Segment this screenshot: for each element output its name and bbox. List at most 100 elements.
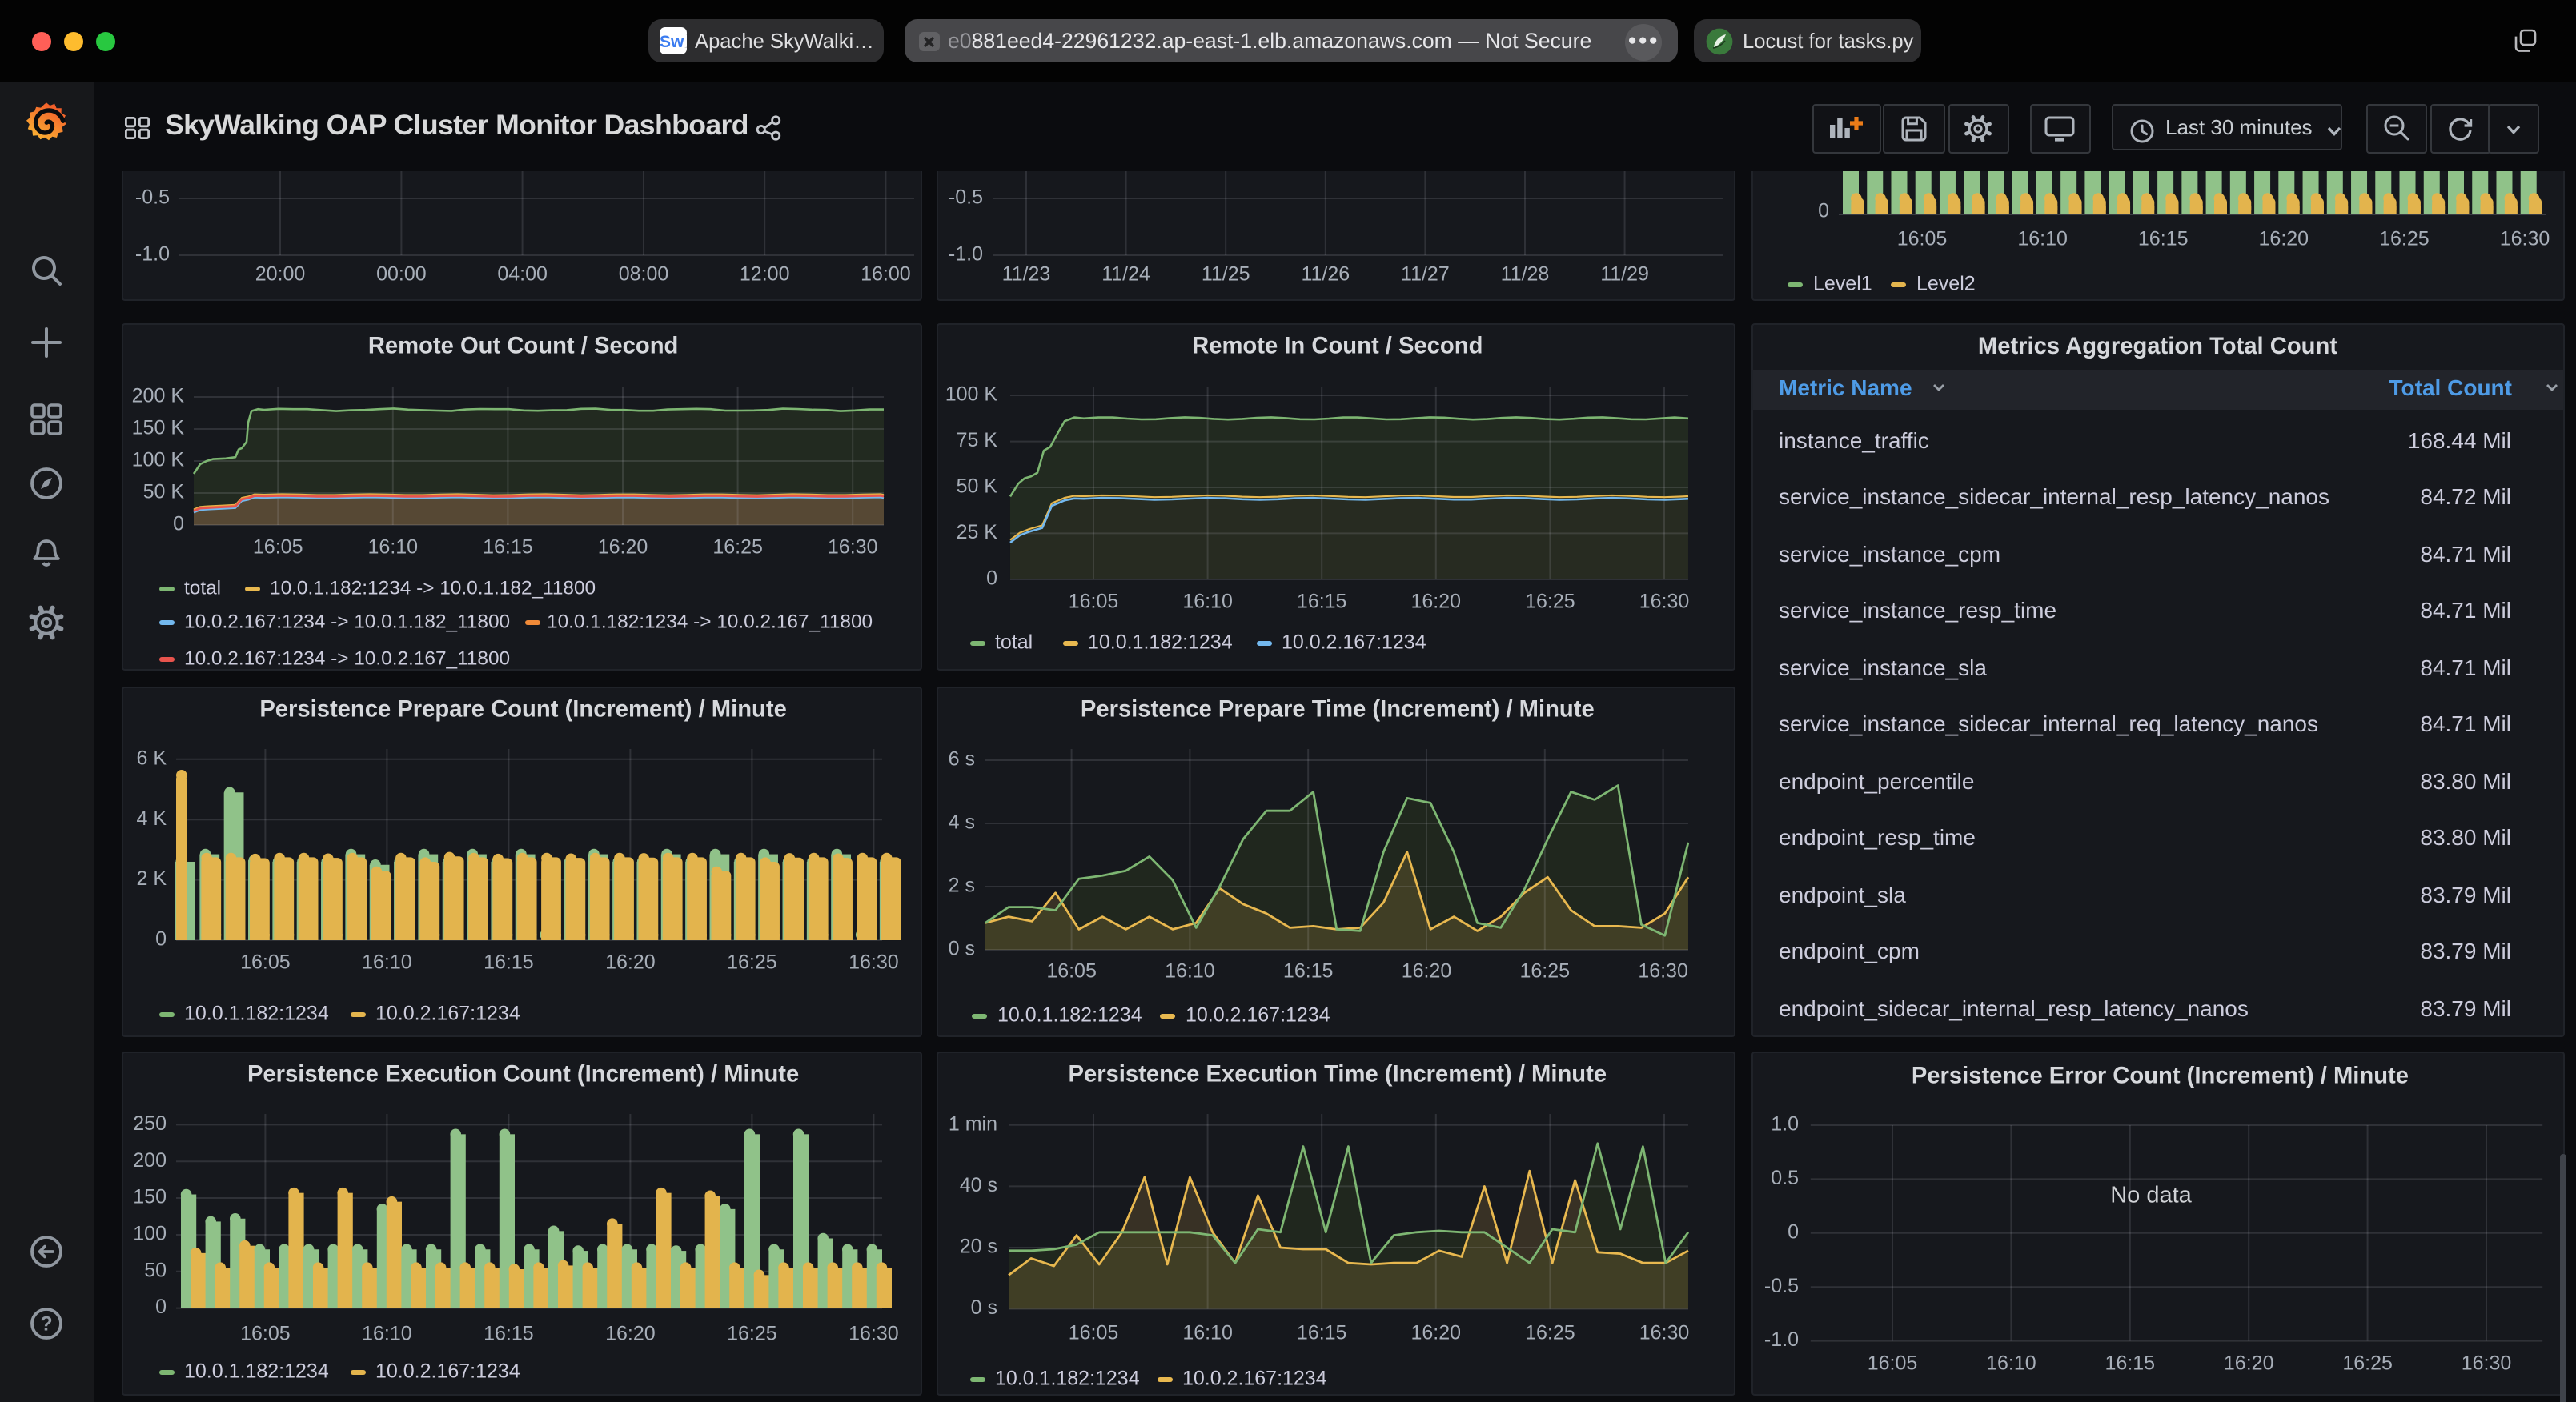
svg-text:11/25: 11/25	[1202, 262, 1250, 285]
svg-text:Persistence Execution Time (In: Persistence Execution Time (Increment) /…	[1069, 1062, 1607, 1088]
svg-text:200 K: 200 K	[132, 384, 185, 407]
svg-text:16:10: 16:10	[1182, 1322, 1233, 1344]
svg-text:16:30: 16:30	[2499, 227, 2550, 250]
svg-text:total: total	[995, 631, 1033, 653]
svg-text:16:05: 16:05	[240, 951, 291, 974]
svg-text:16:15: 16:15	[483, 535, 533, 558]
svg-text:10.0.2.167:1234 -> 10.0.2.167_: 10.0.2.167:1234 -> 10.0.2.167_11800	[184, 647, 510, 668]
svg-text:25 K: 25 K	[957, 520, 998, 543]
svg-text:11/26: 11/26	[1301, 262, 1350, 285]
svg-text:50 K: 50 K	[143, 480, 185, 503]
svg-text:16:15: 16:15	[1297, 590, 1347, 612]
svg-text:16:10: 16:10	[2016, 227, 2067, 250]
svg-text:40 s: 40 s	[960, 1174, 997, 1196]
svg-text:10.0.2.167:1234 -> 10.0.1.182_: 10.0.2.167:1234 -> 10.0.1.182_11800	[184, 610, 510, 631]
svg-text:16:30: 16:30	[1638, 960, 1688, 983]
svg-text:11/23: 11/23	[1002, 262, 1051, 285]
svg-text:16:30: 16:30	[828, 535, 878, 558]
svg-text:0: 0	[155, 1296, 167, 1318]
svg-text:16:05: 16:05	[1069, 590, 1119, 612]
svg-text:16:30: 16:30	[849, 951, 899, 974]
svg-text:16:20: 16:20	[1411, 1322, 1462, 1344]
svg-text:-0.5: -0.5	[1763, 1275, 1798, 1297]
svg-text:200: 200	[133, 1149, 167, 1172]
svg-text:2 s: 2 s	[949, 875, 975, 897]
svg-text:Remote Out Count / Second: Remote Out Count / Second	[368, 333, 679, 359]
svg-text:16:10: 16:10	[1182, 590, 1233, 612]
svg-text:16:10: 16:10	[368, 535, 419, 558]
svg-text:16:20: 16:20	[2223, 1352, 2273, 1375]
svg-text:16:25: 16:25	[2378, 227, 2429, 250]
svg-text:16:25: 16:25	[1520, 960, 1571, 983]
svg-text:Persistence Prepare Count (Inc: Persistence Prepare Count (Increment) / …	[259, 697, 787, 723]
svg-text:16:30: 16:30	[1639, 590, 1690, 612]
svg-text:50 K: 50 K	[957, 475, 998, 497]
svg-text:16:05: 16:05	[240, 1323, 291, 1345]
svg-text:6 s: 6 s	[949, 748, 975, 771]
svg-text:16:20: 16:20	[598, 535, 648, 558]
svg-text:10.0.1.182:1234: 10.0.1.182:1234	[997, 1004, 1142, 1027]
svg-text:Level2: Level2	[1916, 272, 1975, 294]
svg-text:0 s: 0 s	[949, 938, 975, 960]
svg-text:No data: No data	[2109, 1183, 2191, 1208]
svg-text:10.0.2.167:1234: 10.0.2.167:1234	[1182, 1368, 1327, 1390]
svg-text:0.5: 0.5	[1770, 1167, 1798, 1189]
svg-text:10.0.2.167:1234: 10.0.2.167:1234	[1282, 631, 1426, 653]
svg-text:1.0: 1.0	[1770, 1113, 1798, 1136]
svg-text:0: 0	[155, 928, 167, 951]
svg-text:0: 0	[1787, 1220, 1798, 1243]
svg-text:150: 150	[133, 1186, 167, 1208]
svg-text:20:00: 20:00	[255, 262, 306, 285]
svg-text:16:15: 16:15	[484, 1323, 534, 1345]
svg-text:100 K: 100 K	[945, 383, 998, 405]
svg-text:50: 50	[144, 1259, 167, 1281]
svg-text:11/29: 11/29	[1600, 262, 1649, 285]
svg-text:16:10: 16:10	[1985, 1352, 2036, 1375]
svg-text:10.0.1.182:1234: 10.0.1.182:1234	[184, 1003, 329, 1025]
svg-text:10.0.1.182:1234: 10.0.1.182:1234	[1088, 631, 1233, 653]
svg-text:10.0.1.182:1234: 10.0.1.182:1234	[995, 1368, 1140, 1390]
svg-text:10.0.2.167:1234: 10.0.2.167:1234	[375, 1360, 520, 1383]
svg-text:100: 100	[133, 1223, 167, 1245]
svg-text:0: 0	[986, 567, 997, 589]
svg-text:2 K: 2 K	[136, 867, 167, 890]
svg-text:16:10: 16:10	[362, 1323, 412, 1345]
svg-text:16:15: 16:15	[2105, 1352, 2155, 1375]
svg-text:Level1: Level1	[1812, 272, 1872, 294]
svg-text:16:15: 16:15	[2137, 227, 2188, 250]
svg-text:16:15: 16:15	[1297, 1322, 1347, 1344]
svg-text:16:25: 16:25	[2341, 1352, 2392, 1375]
svg-text:16:00: 16:00	[861, 262, 911, 285]
svg-text:4 K: 4 K	[136, 807, 167, 830]
svg-text:0: 0	[173, 512, 184, 535]
svg-text:08:00: 08:00	[619, 262, 669, 285]
svg-text:16:05: 16:05	[1896, 227, 1947, 250]
svg-text:16:05: 16:05	[1046, 960, 1097, 983]
svg-text:4 s: 4 s	[949, 811, 975, 834]
svg-text:16:05: 16:05	[1069, 1322, 1119, 1344]
svg-text:10.0.1.182:1234 -> 10.0.1.182_: 10.0.1.182:1234 -> 10.0.1.182_11800	[270, 576, 596, 598]
svg-text:16:25: 16:25	[1525, 590, 1575, 612]
svg-text:04:00: 04:00	[497, 262, 548, 285]
svg-text:6 K: 6 K	[136, 747, 167, 769]
svg-text:16:10: 16:10	[362, 951, 412, 974]
svg-text:1 min: 1 min	[949, 1112, 997, 1135]
svg-text:16:05: 16:05	[1867, 1352, 1917, 1375]
svg-text:16:30: 16:30	[849, 1323, 899, 1345]
svg-text:16:20: 16:20	[2258, 227, 2309, 250]
svg-text:11/24: 11/24	[1101, 262, 1150, 285]
svg-text:11/27: 11/27	[1401, 262, 1450, 285]
svg-text:16:25: 16:25	[727, 1323, 777, 1345]
svg-text:10.0.2.167:1234: 10.0.2.167:1234	[375, 1003, 520, 1025]
svg-text:16:20: 16:20	[1411, 590, 1462, 612]
svg-text:12:00: 12:00	[740, 262, 790, 285]
svg-text:10.0.1.182:1234: 10.0.1.182:1234	[184, 1360, 329, 1383]
svg-text:150 K: 150 K	[132, 416, 185, 439]
svg-text:Persistence Execution Count (I: Persistence Execution Count (Increment) …	[247, 1062, 799, 1088]
svg-text:Persistence Error Count (Incre: Persistence Error Count (Increment) / Mi…	[1911, 1064, 2408, 1089]
svg-text:-1.0: -1.0	[135, 242, 170, 265]
svg-text:16:05: 16:05	[253, 535, 303, 558]
svg-text:16:30: 16:30	[2461, 1352, 2511, 1375]
svg-text:-0.5: -0.5	[135, 186, 170, 208]
svg-text:?: ?	[40, 1312, 52, 1335]
